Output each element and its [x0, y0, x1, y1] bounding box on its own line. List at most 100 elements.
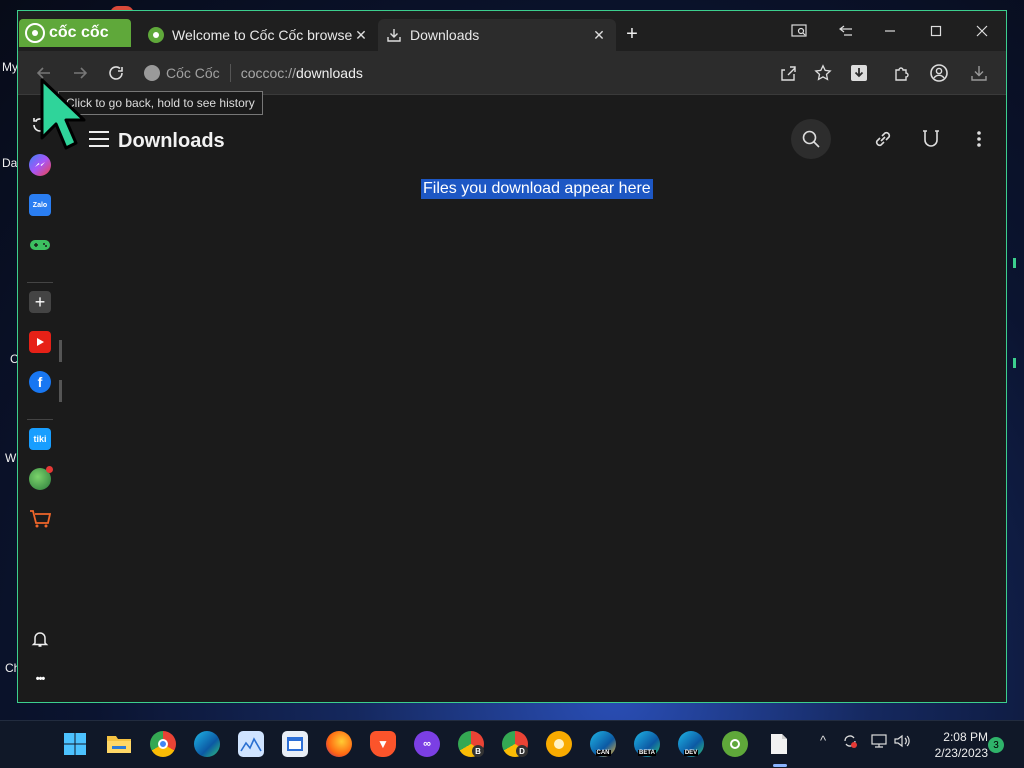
taskbar-chrome-dev[interactable]: D [502, 731, 528, 757]
sidebar-toggle-button[interactable] [826, 17, 866, 45]
chrome-dev-badge: D [516, 745, 528, 757]
taskbar-edge-dev[interactable]: DEV [678, 731, 704, 757]
more-options-button[interactable] [966, 126, 992, 152]
taskbar-edge[interactable] [194, 731, 220, 757]
system-clock[interactable]: 2:08 PM 2/23/2023 [918, 729, 988, 761]
downloads-button[interactable] [965, 59, 993, 87]
taskbar-chrome-beta[interactable]: B [458, 731, 484, 757]
desktop-label[interactable]: My [2, 60, 18, 74]
sidebar-item-facebook[interactable]: f [29, 371, 51, 393]
edge-canary-badge: CAN [595, 750, 611, 756]
link-button[interactable] [870, 126, 896, 152]
taskbar-explorer[interactable] [106, 731, 132, 757]
sidebar-item-notifications[interactable] [29, 628, 51, 650]
title-bar: cốc cốc Welcome to Cốc Cốc browser ✕ Dow… [18, 11, 1006, 51]
chrome-icon [158, 739, 168, 749]
coccoc-logo[interactable]: cốc cốc [19, 19, 131, 47]
shopping-cart-icon [30, 510, 51, 528]
mask-icon: ∞ [423, 738, 431, 750]
share-button[interactable] [774, 59, 802, 87]
minimize-button[interactable] [870, 17, 910, 45]
downloads-page: Downloads Files you download appear here [62, 96, 1006, 702]
extensions-button[interactable] [888, 59, 916, 87]
sidebar-item-tiki[interactable]: tiki [29, 428, 51, 450]
gamepad-icon [30, 240, 50, 250]
kebab-menu-icon [977, 131, 981, 147]
taskbar-firefox[interactable] [326, 731, 352, 757]
bookmark-button[interactable] [809, 59, 837, 87]
close-window-button[interactable] [962, 17, 1002, 45]
taskbar-brave[interactable]: ▼ [370, 731, 396, 757]
page-title: Downloads [118, 130, 225, 152]
taskbar-chrome-canary[interactable] [546, 731, 572, 757]
youtube-play-icon [37, 338, 44, 346]
tab-welcome[interactable]: Welcome to Cốc Cốc browser ✕ [140, 19, 378, 51]
taskbar-tor[interactable]: ∞ [414, 731, 440, 757]
tab-search-icon [791, 24, 807, 37]
maximize-button[interactable] [916, 17, 956, 45]
brand-text: cốc cốc [49, 24, 109, 41]
taskbar-coccoc[interactable] [722, 731, 748, 757]
profile-button[interactable] [925, 59, 953, 87]
download-box-icon [851, 65, 867, 81]
search-icon [802, 130, 820, 148]
window-icon [287, 737, 303, 751]
desktop-label[interactable]: Da [2, 156, 17, 170]
url-path: downloads [295, 65, 363, 81]
desktop-label[interactable]: W [5, 451, 16, 465]
tab-search-button[interactable] [780, 17, 820, 45]
coccoc-logo-icon [25, 23, 45, 43]
taskbar-edge-beta[interactable]: BETA [634, 731, 660, 757]
site-info-chip[interactable]: Cốc Cốc [144, 64, 231, 82]
sidebar-divider [27, 282, 53, 283]
coccoc-icon [730, 739, 740, 749]
taskbar-notepad[interactable] [282, 731, 308, 757]
mouse-cursor-icon [36, 76, 86, 163]
url-text: coccoc://downloads [231, 65, 363, 81]
taskbar-chrome[interactable] [150, 731, 176, 757]
back-arrow-lines-icon [839, 25, 852, 36]
search-downloads-button[interactable] [791, 119, 831, 159]
desktop-marker [1013, 358, 1016, 368]
tab-close-icon[interactable]: ✕ [352, 27, 370, 44]
start-button[interactable] [62, 731, 88, 757]
site-chip-label: Cốc Cốc [166, 65, 220, 81]
tray-overflow-chevron-icon[interactable]: ^ [820, 733, 826, 748]
taskbar-file[interactable] [766, 731, 792, 757]
folder-icon [107, 736, 131, 753]
magnet-button[interactable] [918, 126, 944, 152]
tab-title: Downloads [410, 27, 480, 43]
sidebar-item-zalo[interactable]: Zalo [29, 194, 51, 216]
volume-icon[interactable] [893, 733, 911, 752]
notification-dot [46, 466, 53, 473]
notification-count-badge[interactable]: 3 [988, 737, 1004, 753]
reload-button[interactable] [102, 59, 130, 87]
save-page-button[interactable] [845, 59, 873, 87]
taskbar-edge-canary[interactable]: CAN [590, 731, 616, 757]
sidebar-item-shop[interactable] [29, 508, 51, 530]
minimize-icon [885, 30, 895, 32]
sidebar-divider [27, 419, 53, 420]
puzzle-icon [895, 67, 909, 81]
sidebar-item-youtube[interactable] [29, 331, 51, 353]
star-icon [814, 64, 832, 81]
tab-downloads[interactable]: Downloads ✕ [378, 19, 616, 51]
address-bar[interactable]: Cốc Cốc coccoc://downloads [144, 57, 764, 89]
new-tab-button[interactable]: + [622, 23, 642, 46]
network-icon[interactable] [870, 733, 888, 752]
tab-title: Welcome to Cốc Cốc browser [172, 27, 352, 43]
sidebar-more-button[interactable]: ••• [29, 668, 51, 690]
toolbar: Cốc Cốc coccoc://downloads [18, 51, 1006, 95]
sidebar-add-button[interactable]: + [29, 291, 51, 313]
chrome-beta-badge: B [472, 745, 484, 757]
sidebar-item-earth[interactable] [29, 466, 53, 490]
desktop-marker [1013, 258, 1016, 268]
clock-date: 2/23/2023 [934, 746, 988, 760]
reload-icon [109, 66, 123, 80]
download-icon [971, 66, 987, 81]
sidebar-item-games[interactable] [29, 234, 51, 256]
menu-icon[interactable] [89, 131, 109, 147]
tab-close-icon[interactable]: ✕ [590, 27, 608, 44]
tray-sync-icon[interactable] [842, 733, 858, 752]
taskbar-photos[interactable] [238, 731, 264, 757]
